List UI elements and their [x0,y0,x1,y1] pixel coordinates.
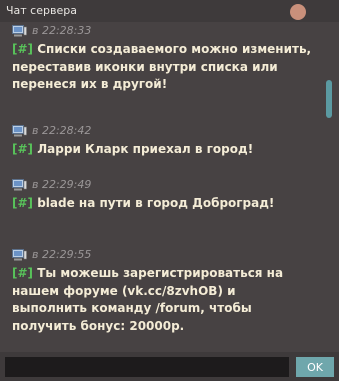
message-text: Ты можешь зарегистрироваться на нашем фо… [12,266,284,333]
scrollbar-thumb[interactable] [326,80,332,118]
message-tag: [#] [12,142,34,156]
message-text: Списки создаваемого можно изменить, пере… [12,42,312,91]
title-bar[interactable]: Чат сервера [0,0,339,22]
computer-icon [12,25,27,37]
chat-log[interactable]: в 22:28:33 [#] Списки создаваемого можно… [4,22,320,352]
chat-message: в 22:28:42 [#] Ларри Кларк приехал в гор… [12,124,314,159]
message-text: blade на пути в город Доброград! [37,196,275,210]
close-icon[interactable] [290,4,306,20]
message-time: в 22:29:55 [32,248,92,261]
message-tag: [#] [12,42,34,56]
input-bar: OK [0,352,339,381]
message-time: в 22:29:49 [32,178,92,191]
computer-icon [12,249,27,261]
message-tag: [#] [12,196,34,210]
chat-message: в 22:28:33 [#] Списки создаваемого можно… [12,24,314,94]
chat-message: в 22:29:55 [#] Ты можешь зарегистрироват… [12,248,314,335]
message-time: в 22:28:42 [32,124,92,137]
message-time: в 22:28:33 [32,24,92,37]
ok-button[interactable]: OK [296,357,334,377]
chat-input[interactable] [5,357,289,377]
chat-message: в 22:29:49 [#] blade на пути в город Доб… [12,178,314,213]
computer-icon [12,125,27,137]
window-title: Чат сервера [6,4,77,17]
message-text: Ларри Кларк приехал в город! [37,142,254,156]
computer-icon [12,179,27,191]
message-tag: [#] [12,266,34,280]
chat-scrollbar[interactable] [324,22,334,352]
